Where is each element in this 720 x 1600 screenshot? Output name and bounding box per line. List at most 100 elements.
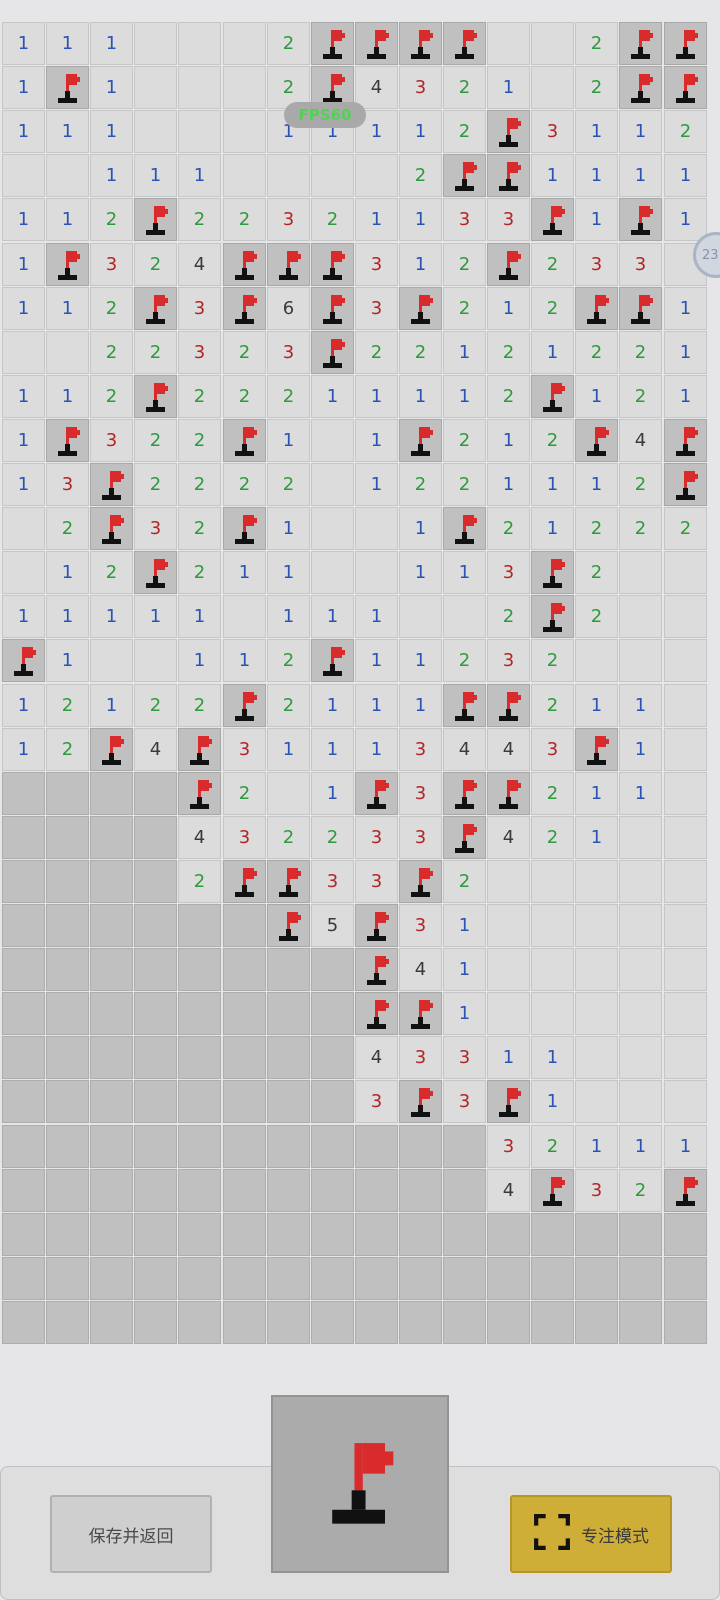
- unrevealed-cell[interactable]: [267, 1169, 310, 1212]
- number-cell[interactable]: 1: [487, 287, 530, 330]
- unrevealed-cell[interactable]: [399, 1213, 442, 1256]
- flagged-cell[interactable]: [223, 507, 266, 550]
- number-cell[interactable]: 1: [2, 243, 45, 286]
- number-cell[interactable]: 3: [223, 728, 266, 771]
- number-cell[interactable]: 2: [267, 22, 310, 65]
- number-cell[interactable]: 2: [531, 419, 574, 462]
- unrevealed-cell[interactable]: [2, 1169, 45, 1212]
- empty-cell[interactable]: [664, 639, 707, 682]
- flagged-cell[interactable]: [90, 728, 133, 771]
- unrevealed-cell[interactable]: [267, 1213, 310, 1256]
- number-cell[interactable]: 1: [487, 419, 530, 462]
- number-cell[interactable]: 3: [399, 816, 442, 859]
- number-cell[interactable]: 2: [311, 816, 354, 859]
- number-cell[interactable]: 2: [575, 507, 618, 550]
- unrevealed-cell[interactable]: [2, 1257, 45, 1300]
- number-cell[interactable]: 1: [664, 1125, 707, 1168]
- number-cell[interactable]: 2: [531, 684, 574, 727]
- unrevealed-cell[interactable]: [531, 1301, 574, 1344]
- number-cell[interactable]: 4: [487, 728, 530, 771]
- number-cell[interactable]: 1: [664, 287, 707, 330]
- number-cell[interactable]: 3: [355, 1080, 398, 1123]
- flagged-cell[interactable]: [178, 772, 221, 815]
- empty-cell[interactable]: [664, 1036, 707, 1079]
- empty-cell[interactable]: [531, 904, 574, 947]
- unrevealed-cell[interactable]: [399, 1301, 442, 1344]
- unrevealed-cell[interactable]: [267, 1080, 310, 1123]
- number-cell[interactable]: 1: [619, 110, 662, 153]
- flagged-cell[interactable]: [355, 772, 398, 815]
- empty-cell[interactable]: [531, 992, 574, 1035]
- flagged-cell[interactable]: [531, 1169, 574, 1212]
- unrevealed-cell[interactable]: [355, 1169, 398, 1212]
- unrevealed-cell[interactable]: [223, 1301, 266, 1344]
- unrevealed-cell[interactable]: [134, 1169, 177, 1212]
- number-cell[interactable]: 3: [443, 198, 486, 241]
- flagged-cell[interactable]: [443, 816, 486, 859]
- flagged-cell[interactable]: [134, 287, 177, 330]
- unrevealed-cell[interactable]: [311, 1125, 354, 1168]
- number-cell[interactable]: 2: [46, 507, 89, 550]
- number-cell[interactable]: 1: [399, 375, 442, 418]
- empty-cell[interactable]: [575, 992, 618, 1035]
- flagged-cell[interactable]: [355, 904, 398, 947]
- number-cell[interactable]: 2: [619, 463, 662, 506]
- empty-cell[interactable]: [487, 992, 530, 1035]
- flagged-cell[interactable]: [355, 22, 398, 65]
- number-cell[interactable]: 1: [2, 463, 45, 506]
- flagged-cell[interactable]: [355, 992, 398, 1035]
- number-cell[interactable]: 2: [619, 331, 662, 374]
- number-cell[interactable]: 2: [443, 287, 486, 330]
- flagged-cell[interactable]: [355, 948, 398, 991]
- unrevealed-cell[interactable]: [46, 860, 89, 903]
- flagged-cell[interactable]: [487, 1080, 530, 1123]
- unrevealed-cell[interactable]: [90, 904, 133, 947]
- flagged-cell[interactable]: [487, 772, 530, 815]
- flagged-cell[interactable]: [531, 551, 574, 594]
- unrevealed-cell[interactable]: [46, 1301, 89, 1344]
- number-cell[interactable]: 1: [619, 154, 662, 197]
- empty-cell[interactable]: [619, 595, 662, 638]
- unrevealed-cell[interactable]: [134, 860, 177, 903]
- unrevealed-cell[interactable]: [90, 772, 133, 815]
- number-cell[interactable]: 4: [399, 948, 442, 991]
- empty-cell[interactable]: [2, 154, 45, 197]
- number-cell[interactable]: 3: [487, 639, 530, 682]
- empty-cell[interactable]: [619, 1080, 662, 1123]
- unrevealed-cell[interactable]: [90, 1257, 133, 1300]
- unrevealed-cell[interactable]: [311, 1080, 354, 1123]
- number-cell[interactable]: 4: [178, 816, 221, 859]
- number-cell[interactable]: 3: [223, 816, 266, 859]
- number-cell[interactable]: 1: [178, 595, 221, 638]
- number-cell[interactable]: 1: [134, 595, 177, 638]
- unrevealed-cell[interactable]: [134, 948, 177, 991]
- unrevealed-cell[interactable]: [223, 1169, 266, 1212]
- number-cell[interactable]: 1: [575, 463, 618, 506]
- number-cell[interactable]: 2: [223, 375, 266, 418]
- unrevealed-cell[interactable]: [178, 1036, 221, 1079]
- unrevealed-cell[interactable]: [399, 1169, 442, 1212]
- number-cell[interactable]: 3: [443, 1080, 486, 1123]
- empty-cell[interactable]: [2, 331, 45, 374]
- number-cell[interactable]: 1: [664, 331, 707, 374]
- flag-mode-toggle-button[interactable]: [271, 1395, 449, 1573]
- flagged-cell[interactable]: [487, 110, 530, 153]
- flagged-cell[interactable]: [311, 639, 354, 682]
- number-cell[interactable]: 1: [223, 639, 266, 682]
- empty-cell[interactable]: [2, 551, 45, 594]
- unrevealed-cell[interactable]: [90, 860, 133, 903]
- unrevealed-cell[interactable]: [90, 992, 133, 1035]
- number-cell[interactable]: 1: [399, 639, 442, 682]
- empty-cell[interactable]: [134, 66, 177, 109]
- number-cell[interactable]: 4: [355, 66, 398, 109]
- flagged-cell[interactable]: [267, 860, 310, 903]
- unrevealed-cell[interactable]: [355, 1213, 398, 1256]
- unrevealed-cell[interactable]: [46, 1036, 89, 1079]
- empty-cell[interactable]: [664, 772, 707, 815]
- flagged-cell[interactable]: [46, 419, 89, 462]
- empty-cell[interactable]: [223, 154, 266, 197]
- number-cell[interactable]: 2: [90, 551, 133, 594]
- unrevealed-cell[interactable]: [487, 1301, 530, 1344]
- empty-cell[interactable]: [399, 595, 442, 638]
- number-cell[interactable]: 2: [443, 66, 486, 109]
